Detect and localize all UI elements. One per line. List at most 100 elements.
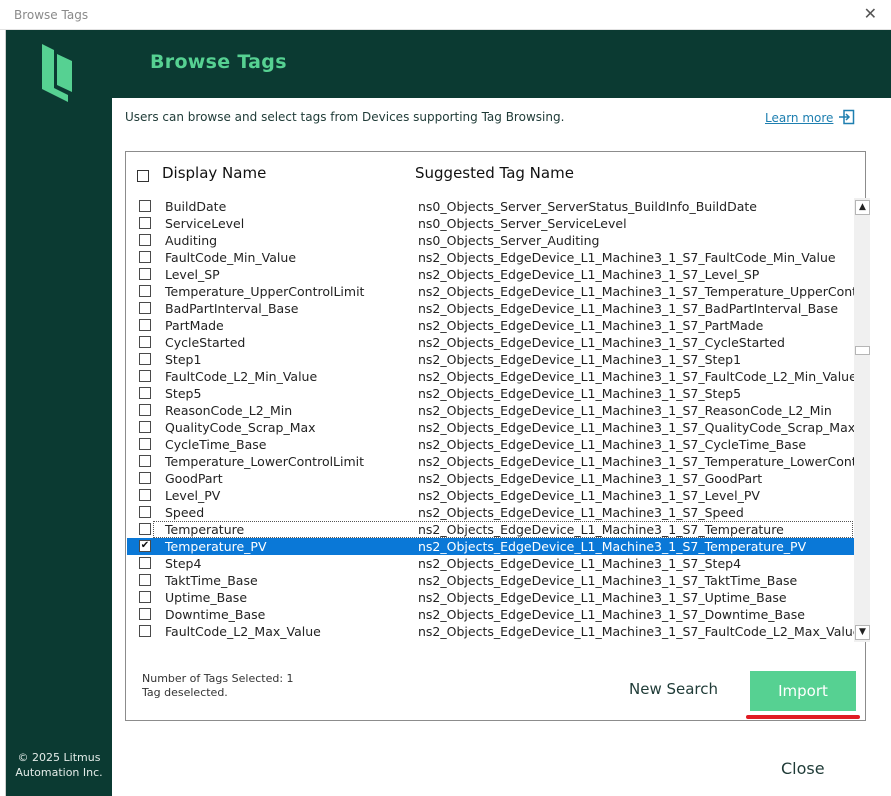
table-row[interactable]: Level_PV ns2_Objects_EdgeDevice_L1_Machin… [127, 487, 854, 504]
table-row[interactable]: FaultCode_L2_Min_Value ns2_Objects_EdgeDe… [127, 368, 854, 385]
suggested-tag-name-cell: ns2_Objects_EdgeDevice_L1_Machine3_1_S7_… [418, 352, 742, 367]
table-row[interactable]: Speed ns2_Objects_EdgeDevice_L1_Machine3_… [127, 504, 854, 521]
learn-more-link[interactable]: Learn more [765, 111, 833, 125]
table-row[interactable]: FaultCode_Min_Value ns2_Objects_EdgeDevic… [127, 249, 854, 266]
row-checkbox[interactable] [139, 217, 151, 229]
table-row[interactable]: Downtime_Base ns2_Objects_EdgeDevice_L1_M… [127, 606, 854, 623]
row-checkbox[interactable] [139, 353, 151, 365]
selection-status: Number of Tags Selected: 1 Tag deselecte… [142, 672, 294, 700]
display-name-cell: PartMade [165, 318, 224, 333]
table-row[interactable]: Step5 ns2_Objects_EdgeDevice_L1_Machine3_… [127, 385, 854, 402]
suggested-tag-name-cell: ns0_Objects_Server_ServerStatus_BuildInf… [418, 199, 757, 214]
suggested-tag-name-cell: ns2_Objects_EdgeDevice_L1_Machine3_1_S7_… [418, 250, 836, 265]
scroll-down-arrow-icon[interactable]: ▼ [855, 625, 870, 640]
row-checkbox[interactable] [139, 234, 151, 246]
tag-list[interactable]: BuildDate ns0_Objects_Server_ServerStatus… [127, 198, 854, 642]
window-titlebar: Browse Tags ✕ [0, 0, 891, 30]
scroll-thumb[interactable] [855, 346, 870, 355]
new-search-button[interactable]: New Search [629, 680, 718, 698]
display-name-cell: FaultCode_Min_Value [165, 250, 297, 265]
display-name-cell: Temperature_PV [165, 539, 267, 554]
row-checkbox[interactable] [139, 421, 151, 433]
suggested-tag-name-cell: ns2_Objects_EdgeDevice_L1_Machine3_1_S7_… [418, 522, 784, 537]
column-header-suggested-tag-name[interactable]: Suggested Tag Name [415, 164, 574, 182]
table-row[interactable]: Step4 ns2_Objects_EdgeDevice_L1_Machine3_… [127, 555, 854, 572]
table-row[interactable]: BadPartInterval_Base ns2_Objects_EdgeDevi… [127, 300, 854, 317]
table-row[interactable]: CycleTime_Base ns2_Objects_EdgeDevice_L1_… [127, 436, 854, 453]
suggested-tag-name-cell: ns2_Objects_EdgeDevice_L1_Machine3_1_S7_… [418, 607, 805, 622]
table-row[interactable]: Auditing ns0_Objects_Server_Auditing [127, 232, 854, 249]
window-title: Browse Tags [14, 8, 89, 22]
suggested-tag-name-cell: ns2_Objects_EdgeDevice_L1_Machine3_1_S7_… [418, 624, 854, 639]
row-checkbox[interactable] [139, 523, 151, 535]
table-row[interactable]: CycleStarted ns2_Objects_EdgeDevice_L1_Ma… [127, 334, 854, 351]
table-row[interactable]: ✔ Temperature_PV ns2_Objects_EdgeDevice_L1… [127, 538, 854, 555]
select-all-checkbox[interactable] [137, 170, 149, 182]
row-checkbox[interactable] [139, 455, 151, 467]
copyright-line-1: © 2025 Litmus [17, 751, 101, 764]
display-name-cell: QualityCode_Scrap_Max [165, 420, 316, 435]
table-row[interactable]: Step1 ns2_Objects_EdgeDevice_L1_Machine3_… [127, 351, 854, 368]
table-row[interactable]: FaultCode_L2_Max_Value ns2_Objects_EdgeDe… [127, 623, 854, 640]
dialog-header: Browse Tags [112, 30, 891, 98]
suggested-tag-name-cell: ns0_Objects_Server_ServiceLevel [418, 216, 627, 231]
table-row[interactable]: PartMade ns2_Objects_EdgeDevice_L1_Machin… [127, 317, 854, 334]
row-checkbox[interactable] [139, 472, 151, 484]
external-link-icon[interactable] [839, 109, 855, 125]
table-row[interactable]: Temperature_LowerControlLimit ns2_Objects… [127, 453, 854, 470]
row-checkbox[interactable] [139, 506, 151, 518]
suggested-tag-name-cell: ns2_Objects_EdgeDevice_L1_Machine3_1_S7_… [418, 403, 832, 418]
row-checkbox[interactable] [139, 319, 151, 331]
table-row[interactable]: ReasonCode_L2_Min ns2_Objects_EdgeDevice_… [127, 402, 854, 419]
suggested-tag-name-cell: ns2_Objects_EdgeDevice_L1_Machine3_1_S7_… [418, 318, 764, 333]
display-name-cell: BuildDate [165, 199, 227, 214]
row-checkbox[interactable] [139, 302, 151, 314]
table-row[interactable]: BuildDate ns0_Objects_Server_ServerStatus… [127, 198, 854, 215]
row-checkbox[interactable]: ✔ [139, 540, 151, 552]
display-name-cell: FaultCode_L2_Max_Value [165, 624, 321, 639]
table-row[interactable]: ServiceLevel ns0_Objects_Server_ServiceLe… [127, 215, 854, 232]
import-button[interactable]: Import [750, 671, 856, 711]
display-name-cell: Speed [165, 505, 205, 520]
suggested-tag-name-cell: ns2_Objects_EdgeDevice_L1_Machine3_1_S7_… [418, 488, 760, 503]
row-checkbox[interactable] [139, 608, 151, 620]
row-checkbox[interactable] [139, 387, 151, 399]
suggested-tag-name-cell: ns2_Objects_EdgeDevice_L1_Machine3_1_S7_… [418, 454, 854, 469]
display-name-cell: TaktTime_Base [165, 573, 258, 588]
vertical-scrollbar[interactable]: ▲ ▼ [854, 198, 870, 642]
table-row[interactable]: Temperature ns2_Objects_EdgeDevice_L1_Mac… [127, 521, 854, 538]
row-checkbox[interactable] [139, 285, 151, 297]
column-header-display-name[interactable]: Display Name [162, 164, 266, 182]
row-checkbox[interactable] [139, 557, 151, 569]
table-row[interactable]: Level_SP ns2_Objects_EdgeDevice_L1_Machin… [127, 266, 854, 283]
row-checkbox[interactable] [139, 591, 151, 603]
display-name-cell: ReasonCode_L2_Min [165, 403, 293, 418]
row-checkbox[interactable] [139, 574, 151, 586]
row-checkbox[interactable] [139, 370, 151, 382]
display-name-cell: Downtime_Base [165, 607, 266, 622]
table-row[interactable]: QualityCode_Scrap_Max ns2_Objects_EdgeDev… [127, 419, 854, 436]
table-row[interactable]: GoodPart ns2_Objects_EdgeDevice_L1_Machin… [127, 470, 854, 487]
row-checkbox[interactable] [139, 268, 151, 280]
suggested-tag-name-cell: ns2_Objects_EdgeDevice_L1_Machine3_1_S7_… [418, 437, 807, 452]
display-name-cell: GoodPart [165, 471, 223, 486]
display-name-cell: Step4 [165, 556, 202, 571]
sidebar: © 2025 Litmus Automation Inc. [6, 30, 112, 796]
row-checkbox[interactable] [139, 336, 151, 348]
table-row[interactable]: Temperature_UpperControlLimit ns2_Objects… [127, 283, 854, 300]
display-name-cell: FaultCode_L2_Min_Value [165, 369, 318, 384]
close-button[interactable]: Close [781, 759, 825, 778]
display-name-cell: Level_PV [165, 488, 221, 503]
red-underline-annotation [746, 715, 860, 719]
row-checkbox[interactable] [139, 200, 151, 212]
row-checkbox[interactable] [139, 489, 151, 501]
window-close-icon[interactable]: ✕ [864, 4, 877, 23]
row-checkbox[interactable] [139, 438, 151, 450]
row-checkbox[interactable] [139, 251, 151, 263]
suggested-tag-name-cell: ns2_Objects_EdgeDevice_L1_Machine3_1_S7_… [418, 556, 742, 571]
scroll-up-arrow-icon[interactable]: ▲ [855, 200, 870, 215]
table-row[interactable]: Uptime_Base ns2_Objects_EdgeDevice_L1_Mac… [127, 589, 854, 606]
row-checkbox[interactable] [139, 625, 151, 637]
table-row[interactable]: TaktTime_Base ns2_Objects_EdgeDevice_L1_M… [127, 572, 854, 589]
row-checkbox[interactable] [139, 404, 151, 416]
